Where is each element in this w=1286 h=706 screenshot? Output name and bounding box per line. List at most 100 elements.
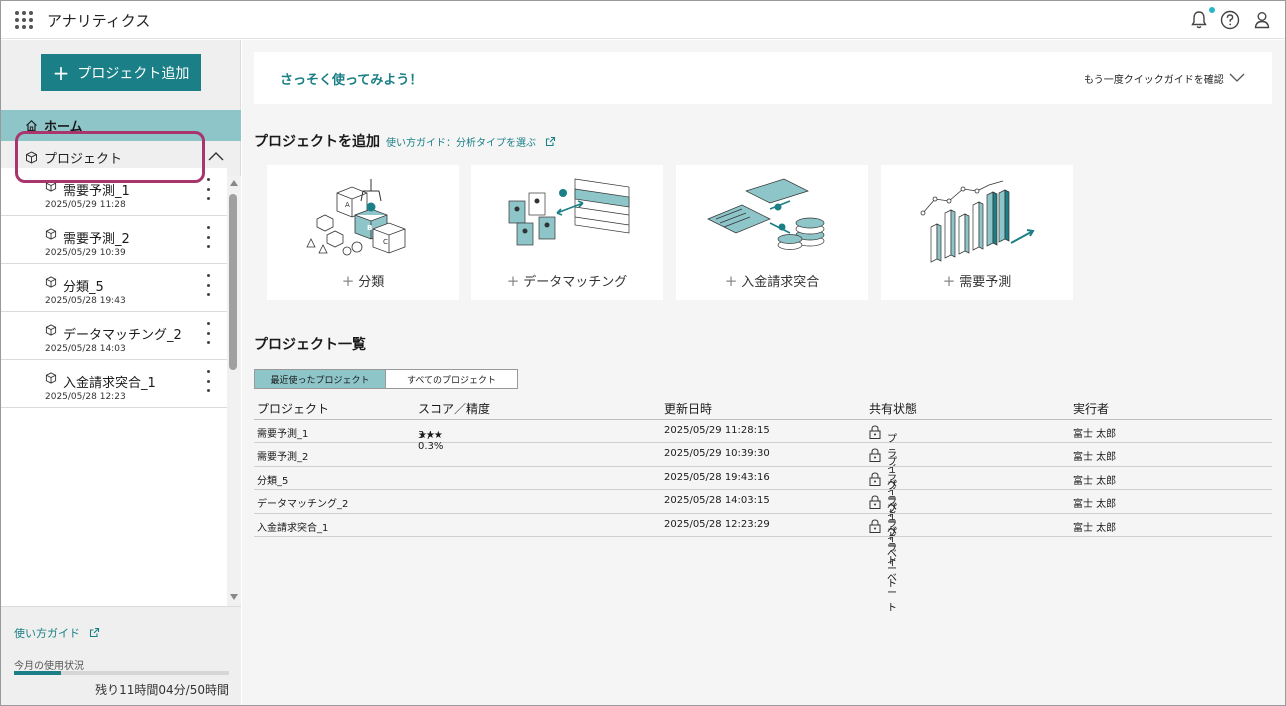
quickstart-guide-link[interactable]: もう一度クイックガイドを確認 — [1084, 71, 1224, 86]
more-options-icon[interactable] — [205, 370, 211, 392]
external-link-icon — [546, 136, 556, 147]
add-demand-forecast-card[interactable]: + 需要予測 — [881, 165, 1073, 300]
chevron-up-icon[interactable] — [207, 150, 225, 162]
cell-share: プライベート — [869, 518, 897, 614]
project-list-title: プロジェクト一覧 — [254, 337, 366, 353]
bar-trend-illustration-icon — [920, 180, 1035, 263]
svg-text:A: A — [345, 201, 350, 209]
project-list-item[interactable]: 入金請求突合_1 2025/05/28 12:23 — [1, 360, 227, 408]
quickstart-banner: さっそく使ってみよう！ もう一度クイックガイドを確認 — [254, 52, 1272, 104]
column-header-project[interactable]: プロジェクト — [257, 400, 329, 417]
project-list-item[interactable]: データマッチング_2 2025/05/28 14:03 — [1, 312, 227, 360]
more-options-icon[interactable] — [205, 274, 211, 296]
project-date: 2025/05/29 10:39 — [45, 248, 126, 258]
more-options-icon[interactable] — [205, 178, 211, 200]
table-header: プロジェクト スコア／精度 更新日時 共有状態 実行者 — [254, 396, 1272, 420]
project-date: 2025/05/28 19:43 — [45, 296, 126, 306]
project-list-item[interactable]: 分類_5 2025/05/28 19:43 — [1, 264, 227, 312]
user-icon[interactable] — [1251, 9, 1273, 31]
cell-updated: 2025/05/28 14:03:15 — [664, 495, 770, 506]
project-table: プロジェクト スコア／精度 更新日時 共有状態 実行者 需要予測_1 ★★★ 3 /… — [254, 396, 1272, 614]
cube-icon — [26, 150, 37, 164]
analysis-type-guide-link[interactable]: 使い方ガイド：分析タイプを選ぶ — [386, 134, 556, 149]
coins-illustration-icon — [707, 178, 825, 250]
documents-illustration-icon — [508, 178, 630, 246]
analysis-type-guide-label: 使い方ガイド：分析タイプを選ぶ — [386, 138, 536, 149]
app-launcher-icon[interactable] — [15, 11, 33, 29]
cell-share: プライベート — [869, 495, 897, 590]
external-link-icon — [89, 627, 99, 638]
cell-updated: 2025/05/28 12:23:29 — [664, 518, 770, 530]
project-list-item[interactable]: 需要予測_1 2025/05/29 11:28 — [1, 168, 227, 216]
cell-project[interactable]: 入金請求突合_1 — [257, 519, 328, 534]
cell-project[interactable]: 分類_5 — [257, 472, 288, 487]
cell-owner: 富士 太郎 — [1073, 475, 1117, 487]
share-status: プライベート — [887, 527, 897, 614]
column-header-share[interactable]: 共有状態 — [869, 400, 917, 417]
table-row[interactable]: 分類_5 2025/05/28 19:43:16 プライベート 富士 太郎 — [254, 467, 1272, 567]
cube-icon — [45, 372, 57, 384]
sidebar: + プロジェクト追加 ホーム プロジェクト 需要予測_1 2025/05/29 … — [1, 40, 241, 705]
table-row[interactable]: 需要予測_2 2025/05/29 10:39:30 プライベート 富士 太郎 — [254, 443, 1272, 543]
plus-icon: + — [52, 60, 70, 85]
sidebar-item-home-label: ホーム — [44, 120, 83, 135]
usage-guide-link[interactable]: 使い方ガイド — [14, 625, 100, 641]
cube-icon — [45, 180, 57, 192]
cube-icon — [45, 324, 57, 336]
tab-all-projects[interactable]: すべてのプロジェクト — [386, 369, 518, 389]
top-bar: アナリティクス — [1, 1, 1285, 39]
scrollbar-thumb[interactable] — [229, 194, 237, 370]
add-project-button[interactable]: + プロジェクト追加 — [41, 54, 201, 91]
lock-icon — [869, 424, 881, 439]
demand-forecast-label: 需要予測 — [959, 275, 1012, 290]
sidebar-projects-heading[interactable]: プロジェクト — [1, 146, 241, 168]
table-body: 需要予測_1 ★★★ 3 / 0.3% 2025/05/29 11:28:15 プライベ… — [254, 420, 1272, 614]
project-name: 分類_5 — [63, 280, 104, 295]
classification-label: 分類 — [358, 275, 385, 290]
add-project-section-title: プロジェクトを追加 — [254, 134, 380, 150]
card-label: + 分類 — [341, 272, 385, 290]
table-row[interactable]: データマッチング_2 2025/05/28 14:03:15 プライベート 富士 太郎 — [254, 490, 1272, 590]
tab-recent-projects[interactable]: 最近使ったプロジェクト — [254, 369, 386, 389]
usage-label: 今月の使用状況 — [14, 661, 84, 672]
notification-dot — [1209, 7, 1215, 13]
cell-project[interactable]: 需要予測_2 — [257, 448, 308, 463]
column-header-owner[interactable]: 実行者 — [1073, 400, 1109, 417]
add-payment-reconciliation-card[interactable]: + 入金請求突合 — [676, 165, 868, 300]
card-label: + データマッチング — [506, 272, 628, 290]
cell-share: プライベート — [869, 424, 897, 520]
lock-icon — [869, 471, 881, 486]
project-name: 入金請求突合_1 — [63, 376, 156, 391]
project-name: 需要予測_1 — [63, 184, 130, 199]
usage-progress-fill — [14, 671, 62, 675]
more-options-icon[interactable] — [205, 322, 211, 344]
column-header-score[interactable]: スコア／精度 — [418, 400, 490, 417]
usage-guide-label: 使い方ガイド — [14, 627, 80, 640]
project-list-item[interactable]: 需要予測_2 2025/05/29 10:39 — [1, 216, 227, 264]
add-classification-card[interactable]: A B C + 分類 — [267, 165, 459, 300]
sidebar-projects-label: プロジェクト — [44, 151, 123, 167]
cell-project[interactable]: データマッチング_2 — [257, 495, 348, 510]
table-row[interactable]: 入金請求突合_1 2025/05/28 12:23:29 プライベート 富士 太郎 — [254, 514, 1272, 614]
more-options-icon[interactable] — [205, 226, 211, 248]
scroll-up-arrow-icon[interactable] — [230, 180, 238, 186]
sidebar-footer: 使い方ガイド 今月の使用状況 残り11時間04分/50時間 — [1, 606, 241, 705]
add-data-matching-card[interactable]: + データマッチング — [471, 165, 663, 300]
table-row[interactable]: 需要予測_1 ★★★ 3 / 0.3% 2025/05/29 11:28:15 プライベ… — [254, 420, 1272, 520]
card-label: + 入金請求突合 — [724, 272, 820, 290]
cell-project[interactable]: 需要予測_1 — [257, 425, 308, 440]
lock-icon — [869, 518, 881, 533]
add-project-label: プロジェクト追加 — [77, 65, 190, 82]
column-header-updated[interactable]: 更新日時 — [664, 400, 712, 417]
cell-owner: 富士 太郎 — [1073, 499, 1117, 510]
sidebar-item-home[interactable]: ホーム — [1, 110, 241, 141]
lock-icon — [869, 448, 881, 462]
help-icon[interactable] — [1219, 9, 1241, 31]
cell-updated: 2025/05/29 11:28:15 — [664, 424, 770, 436]
chevron-down-icon[interactable] — [1228, 72, 1246, 84]
bell-icon[interactable] — [1188, 9, 1210, 31]
cube-icon — [45, 228, 57, 240]
cell-updated: 2025/05/29 10:39:30 — [664, 448, 770, 459]
scroll-down-arrow-icon[interactable] — [230, 594, 238, 600]
card-label: + 需要予測 — [942, 272, 1012, 290]
